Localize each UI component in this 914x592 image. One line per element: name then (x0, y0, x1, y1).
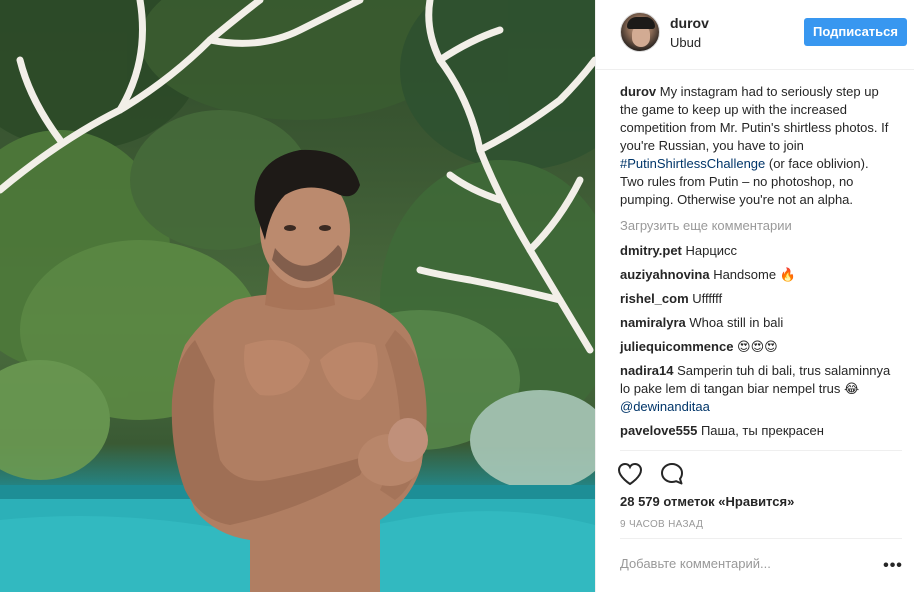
comment-username[interactable]: pavelove555 (620, 423, 697, 438)
comment-username[interactable]: nadira14 (620, 363, 673, 378)
instagram-post: durov Ubud Подписаться durov My instagra… (0, 0, 914, 592)
comment-text: Uffffff (688, 291, 723, 306)
list-item: dmitry.pet Нарцисс (620, 242, 892, 260)
divider (620, 538, 902, 539)
list-item: rishel_com Uffffff (620, 290, 892, 308)
list-item: nadira14 Samperin tuh di bali, trus sala… (620, 362, 892, 416)
add-comment-input[interactable]: Добавьте комментарий... (620, 556, 870, 571)
post-timestamp[interactable]: 9 часов назад (620, 519, 703, 530)
comment-text: Паша, ты прекрасен (697, 423, 824, 438)
comment-list: durov My instagram had to seriously step… (620, 83, 892, 446)
post-caption: durov My instagram had to seriously step… (620, 83, 892, 209)
list-item: namiralyra Whoa still in bali (620, 314, 892, 332)
comment-button[interactable] (658, 460, 686, 488)
post-header: durov Ubud Подписаться (596, 0, 914, 70)
like-button[interactable] (616, 460, 644, 488)
list-item: auziyahnovina Handsome 🔥 (620, 266, 892, 284)
heart-icon (617, 462, 643, 486)
post-photo[interactable] (0, 0, 595, 592)
divider (620, 450, 902, 451)
location-link[interactable]: Ubud (670, 35, 701, 50)
comment-username[interactable]: auziyahnovina (620, 267, 710, 282)
more-options-icon[interactable]: ••• (881, 557, 905, 574)
follow-button[interactable]: Подписаться (804, 18, 907, 46)
list-item: pavelove555 Паша, ты прекрасен (620, 422, 892, 440)
comment-username[interactable]: rishel_com (620, 291, 689, 306)
comment-username[interactable]: dmitry.pet (620, 243, 682, 258)
comment-username[interactable]: namiralyra (620, 315, 686, 330)
post-side-panel: durov Ubud Подписаться durov My instagra… (595, 0, 914, 592)
avatar[interactable] (620, 12, 660, 52)
caption-text: My instagram had to seriously step up th… (620, 84, 889, 153)
header-username[interactable]: durov (670, 15, 709, 31)
comment-mention[interactable]: @dewinanditaa (620, 399, 710, 414)
speech-bubble-icon (661, 463, 683, 485)
comment-text: Нарцисс (681, 243, 738, 258)
likes-count[interactable]: 28 579 отметок «Нравится» (620, 494, 794, 509)
photo-illustration (0, 0, 595, 592)
load-more-comments-button[interactable]: Загрузить еще комментарии (620, 217, 892, 235)
comment-username[interactable]: juliequicommence (620, 339, 733, 354)
action-bar (616, 460, 700, 488)
caption-hashtag[interactable]: #PutinShirtlessChallenge (620, 156, 765, 171)
comment-text: Handsome 🔥 (709, 267, 796, 282)
caption-username[interactable]: durov (620, 84, 656, 99)
comment-text: 😍😍😍 (733, 339, 778, 354)
comment-text: Whoa still in bali (685, 315, 784, 330)
list-item: juliequicommence 😍😍😍 (620, 338, 892, 356)
